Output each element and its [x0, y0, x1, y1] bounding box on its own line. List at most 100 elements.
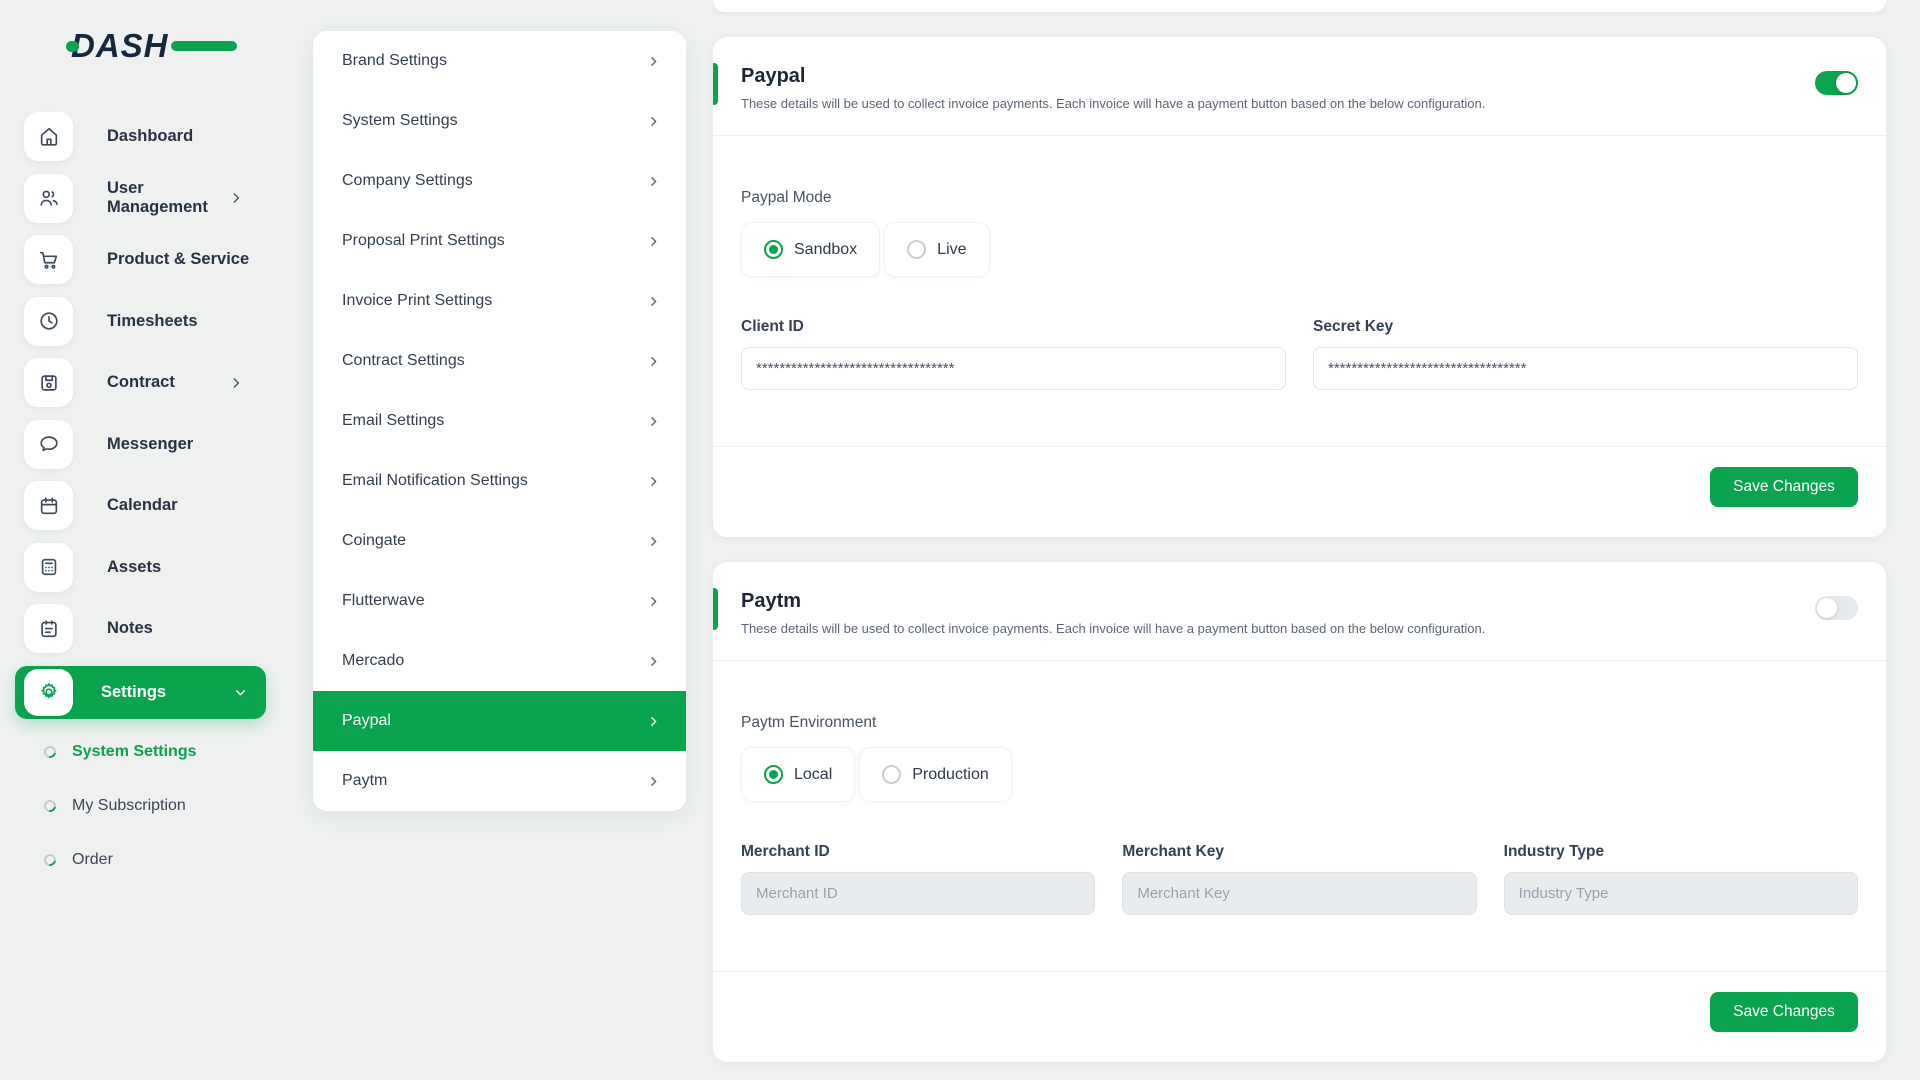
- industry-type-label: Industry Type: [1504, 842, 1858, 862]
- settings-menu-item-paytm[interactable]: Paytm: [313, 751, 686, 811]
- settings-menu-item-coingate[interactable]: Coingate: [313, 511, 686, 571]
- paytm-card-body: Paytm Environment Local Production Merch…: [713, 661, 1886, 971]
- settings-menu-item-mercado[interactable]: Mercado: [313, 631, 686, 691]
- settings-menu-item-flutterwave[interactable]: Flutterwave: [313, 571, 686, 631]
- paytm-card: Paytm These details will be used to coll…: [713, 562, 1886, 1062]
- settings-menu-panel: Brand Settings System Settings Company S…: [313, 31, 686, 811]
- settings-menu-item-system-settings[interactable]: System Settings: [313, 91, 686, 151]
- paypal-card-footer: Save Changes: [713, 446, 1886, 537]
- logo-dash: [171, 41, 237, 51]
- paytm-card-footer: Save Changes: [713, 971, 1886, 1062]
- chevron-right-icon: [647, 295, 660, 308]
- sidebar-subitem-my-subscription[interactable]: My Subscription: [44, 785, 313, 827]
- clock-icon: [24, 297, 73, 346]
- paypal-card: Paypal These details will be used to col…: [713, 37, 1886, 537]
- paytm-environment-local-option[interactable]: Local: [741, 747, 855, 802]
- cart-icon: [24, 235, 73, 284]
- main-content: Paypal These details will be used to col…: [713, 0, 1886, 1080]
- settings-menu-item-invoice-print-settings[interactable]: Invoice Print Settings: [313, 271, 686, 331]
- sidebar-item-settings[interactable]: Settings: [15, 666, 266, 719]
- sidebar-item-dashboard[interactable]: Dashboard: [24, 112, 313, 161]
- radio-label: Sandbox: [794, 241, 857, 259]
- logo-dot: [66, 41, 79, 52]
- paypal-mode-sandbox-option[interactable]: Sandbox: [741, 222, 880, 277]
- accent-bar: [713, 588, 718, 630]
- save-icon: [24, 358, 73, 407]
- client-id-field-group: Client ID: [741, 317, 1286, 390]
- sidebar-subitem-order[interactable]: Order: [44, 839, 313, 881]
- merchant-key-input[interactable]: [1122, 872, 1476, 915]
- sidebar-item-notes[interactable]: Notes: [24, 604, 313, 653]
- previous-card-bottom-edge: [713, 0, 1886, 12]
- settings-menu-label: Invoice Print Settings: [342, 292, 492, 310]
- chat-icon: [24, 420, 73, 469]
- bullet-icon: [42, 852, 59, 869]
- settings-menu-item-email-settings[interactable]: Email Settings: [313, 391, 686, 451]
- sidebar-item-label: User Management: [107, 179, 229, 217]
- paytm-toggle[interactable]: [1815, 596, 1858, 620]
- paypal-save-button[interactable]: Save Changes: [1710, 467, 1858, 507]
- sidebar-item-label: Notes: [107, 619, 153, 638]
- paypal-mode-label: Paypal Mode: [741, 188, 1858, 208]
- chevron-right-icon: [647, 55, 660, 68]
- sidebar: DASH Dashboard User Management: [0, 0, 313, 1080]
- industry-type-field-group: Industry Type: [1504, 842, 1858, 915]
- paypal-description: These details will be used to collect in…: [741, 95, 1485, 113]
- settings-menu-item-company-settings[interactable]: Company Settings: [313, 151, 686, 211]
- sidebar-item-user-management[interactable]: User Management: [24, 174, 313, 223]
- merchant-id-field-group: Merchant ID: [741, 842, 1095, 915]
- chevron-down-icon: [233, 685, 248, 700]
- sidebar-subitem-system-settings[interactable]: System Settings: [44, 731, 313, 773]
- sidebar-item-messenger[interactable]: Messenger: [24, 420, 313, 469]
- chevron-right-icon: [647, 355, 660, 368]
- settings-menu-item-email-notification-settings[interactable]: Email Notification Settings: [313, 451, 686, 511]
- sidebar-subitem-label: My Subscription: [72, 797, 186, 815]
- sidebar-item-product-service[interactable]: Product & Service: [24, 235, 313, 284]
- sidebar-item-calendar[interactable]: Calendar: [24, 481, 313, 530]
- industry-type-input[interactable]: [1504, 872, 1858, 915]
- sidebar-item-timesheets[interactable]: Timesheets: [24, 297, 313, 346]
- paytm-card-header: Paytm These details will be used to coll…: [713, 562, 1886, 661]
- radio-label: Production: [912, 766, 989, 784]
- sidebar-item-label: Timesheets: [107, 312, 198, 331]
- settings-menu-label: Paytm: [342, 772, 387, 790]
- paypal-mode-live-option[interactable]: Live: [884, 222, 989, 277]
- sidebar-item-label: Contract: [107, 373, 175, 392]
- merchant-id-input[interactable]: [741, 872, 1095, 915]
- paypal-fields: Client ID Secret Key: [741, 317, 1858, 390]
- settings-sub-nav: System Settings My Subscription Order: [0, 731, 313, 881]
- chevron-right-icon: [229, 376, 243, 390]
- settings-menu-item-contract-settings[interactable]: Contract Settings: [313, 331, 686, 391]
- paypal-header-text: Paypal These details will be used to col…: [741, 63, 1485, 113]
- secret-key-input[interactable]: [1313, 347, 1858, 390]
- client-id-input[interactable]: [741, 347, 1286, 390]
- settings-menu-item-brand-settings[interactable]: Brand Settings: [313, 31, 686, 91]
- settings-menu-item-proposal-print-settings[interactable]: Proposal Print Settings: [313, 211, 686, 271]
- sidebar-item-assets[interactable]: Assets: [24, 543, 313, 592]
- sidebar-item-label: Calendar: [107, 496, 178, 515]
- app-screen: DASH Dashboard User Management: [0, 0, 1920, 1080]
- sidebar-subitem-label: System Settings: [72, 743, 196, 761]
- sidebar-item-label: Messenger: [107, 435, 193, 454]
- paypal-card-body: Paypal Mode Sandbox Live Client ID: [713, 136, 1886, 446]
- sidebar-subitem-label: Order: [72, 851, 113, 869]
- paytm-save-button[interactable]: Save Changes: [1710, 992, 1858, 1032]
- sidebar-item-label: Assets: [107, 558, 161, 577]
- paypal-toggle[interactable]: [1815, 71, 1858, 95]
- settings-menu-label: Brand Settings: [342, 52, 447, 70]
- radio-label: Live: [937, 241, 966, 259]
- app-logo[interactable]: DASH: [71, 27, 221, 65]
- sidebar-item-contract[interactable]: Contract: [24, 358, 313, 407]
- chevron-right-icon: [647, 175, 660, 188]
- chevron-right-icon: [647, 115, 660, 128]
- radio-label: Local: [794, 766, 832, 784]
- merchant-key-field-group: Merchant Key: [1122, 842, 1476, 915]
- sidebar-item-label: Product & Service: [107, 250, 249, 269]
- calculator-icon: [24, 543, 73, 592]
- calendar-icon: [24, 481, 73, 530]
- chevron-right-icon: [647, 595, 660, 608]
- settings-menu-label: System Settings: [342, 112, 458, 130]
- gear-icon: [24, 669, 73, 716]
- paytm-environment-production-option[interactable]: Production: [859, 747, 1012, 802]
- settings-menu-item-paypal[interactable]: Paypal: [313, 691, 686, 751]
